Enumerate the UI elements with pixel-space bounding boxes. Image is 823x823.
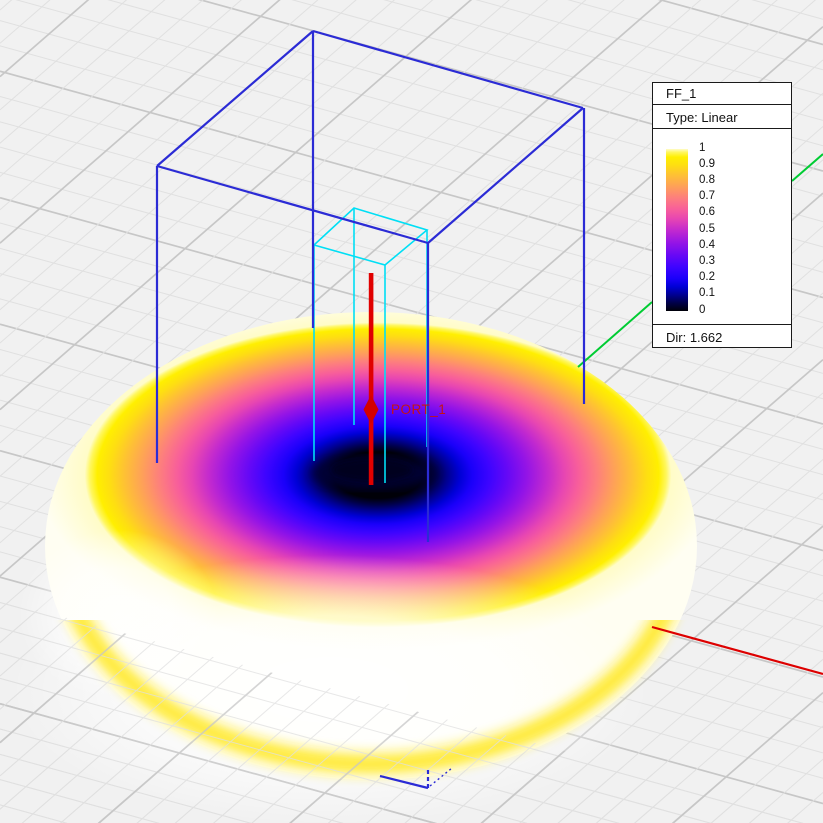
- colorbar-tick: 0: [699, 304, 743, 319]
- legend-directivity-row: Dir: 1.662: [653, 324, 791, 347]
- port-label: PORT_1: [391, 402, 446, 417]
- colorbar-tick: 0.6: [699, 206, 743, 221]
- legend-colorbar-section: 10.90.80.70.6 0.50.40.30.20.1 0: [653, 128, 791, 324]
- colorbar-tick-labels: 10.90.80.70.6 0.50.40.30.20.1 0: [653, 129, 791, 324]
- colorbar-tick: 0.8: [699, 174, 743, 189]
- colorbar-tick: 0.4: [699, 239, 743, 254]
- viewport-stage[interactable]: PORT_1 FF_1 Type: Linear 10.90.80.70.6 0.…: [0, 0, 823, 823]
- farfield-legend-panel: FF_1 Type: Linear 10.90.80.70.6 0.50.40.3…: [652, 82, 792, 348]
- colorbar-tick: 0.5: [699, 223, 743, 238]
- colorbar-tick: 0.7: [699, 190, 743, 205]
- legend-title: FF_1: [653, 83, 791, 104]
- colorbar-tick: 0.3: [699, 255, 743, 270]
- colorbar-tick: 0.2: [699, 271, 743, 286]
- colorbar-tick: 1: [699, 142, 743, 157]
- feed-line: [369, 273, 374, 485]
- legend-type-row: Type: Linear: [653, 104, 791, 128]
- colorbar-tick: 0.9: [699, 158, 743, 173]
- colorbar-tick: 0.1: [699, 287, 743, 302]
